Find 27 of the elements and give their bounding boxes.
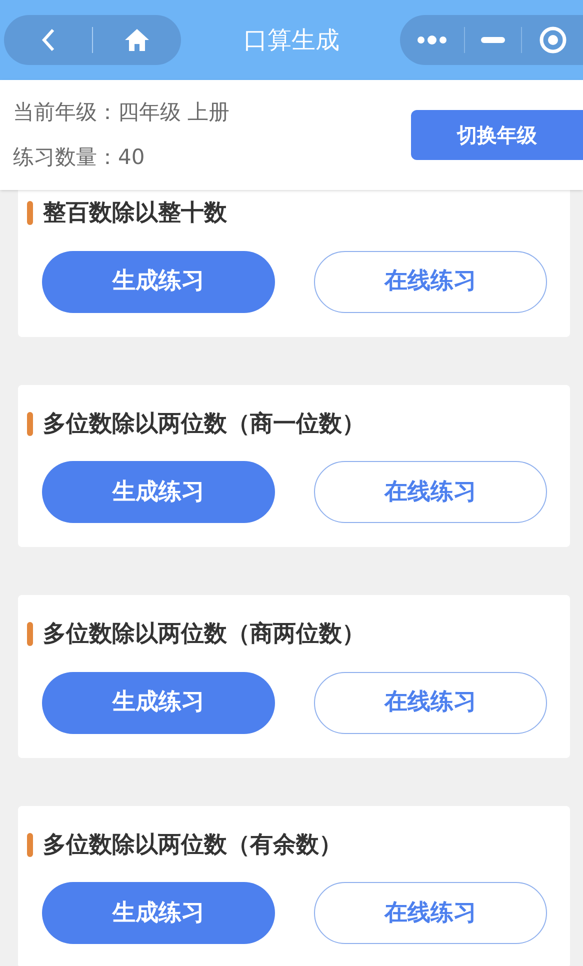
online-practice-button[interactable]: 在线练习: [314, 672, 547, 734]
home-icon: [124, 28, 150, 52]
page-title: 口算生成: [244, 25, 340, 56]
count-value: 40: [118, 144, 145, 171]
grade-value: 四年级 上册: [118, 98, 230, 126]
switch-grade-button[interactable]: 切换年级: [411, 110, 583, 160]
card-title: 多位数除以两位数（商一位数）: [43, 410, 365, 438]
target-icon: [538, 26, 566, 54]
generate-button[interactable]: 生成练习: [42, 882, 275, 944]
back-icon: [41, 28, 55, 52]
online-practice-button[interactable]: 在线练习: [314, 250, 547, 312]
title-marker: [27, 622, 33, 646]
grade-label: 当前年级：: [13, 98, 118, 126]
generate-button[interactable]: 生成练习: [42, 250, 275, 312]
minimize-icon: [481, 37, 505, 43]
card-title: 多位数除以两位数（商两位数）: [43, 620, 365, 649]
card-title: 多位数除以两位数（有余数）: [43, 830, 342, 860]
title-marker: [27, 201, 33, 226]
more-icon: [417, 35, 447, 45]
online-practice-button[interactable]: 在线练习: [314, 882, 547, 944]
title-marker: [27, 832, 33, 857]
card-title: 整百数除以整十数: [43, 199, 227, 228]
online-practice-button[interactable]: 在线练习: [314, 461, 547, 523]
count-label: 练习数量：: [13, 144, 118, 171]
title-marker: [27, 412, 33, 436]
generate-button[interactable]: 生成练习: [42, 672, 275, 734]
generate-button[interactable]: 生成练习: [42, 461, 275, 523]
